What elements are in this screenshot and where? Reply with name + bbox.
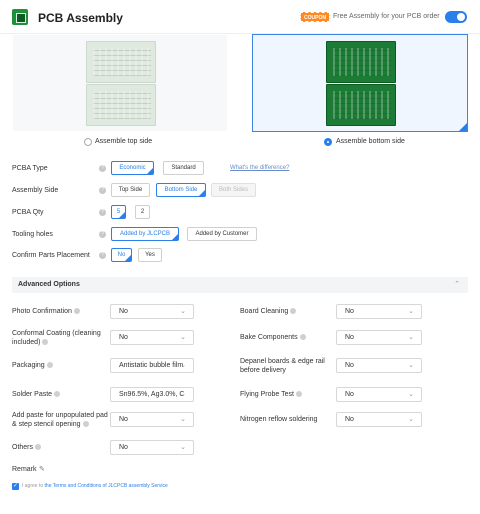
confirm-yes-button[interactable]: Yes: [138, 248, 162, 262]
advanced-options-header[interactable]: Advanced Options ⌃: [12, 277, 468, 293]
add-paste-label: Add paste for unpopulated pad & step ste…: [12, 412, 108, 428]
board-cleaning-select[interactable]: No ⌄: [336, 304, 422, 319]
pcb-assembly-panel: PCB Assembly COUPON Free Assembly for yo…: [0, 0, 480, 514]
bottom-side-preview[interactable]: [252, 34, 468, 132]
difference-link[interactable]: What's the difference?: [230, 165, 289, 171]
pcb-top-board-image: [86, 41, 156, 83]
help-icon[interactable]: ?: [99, 231, 106, 238]
photo-confirmation-label: Photo Confirmation: [12, 307, 80, 316]
pcb-bottom-board-image: [326, 84, 396, 126]
bake-components-label: Bake Components: [240, 333, 306, 342]
standard-button[interactable]: Standard: [163, 161, 204, 175]
agree-checkbox[interactable]: [12, 482, 19, 490]
added-by-customer-button[interactable]: Added by Customer: [187, 227, 257, 241]
chevron-down-icon: ⌄: [180, 391, 186, 398]
coupon-badge: COUPON: [300, 12, 330, 22]
qty-option-5[interactable]: 5: [111, 205, 126, 219]
agree-text: I agree to the Terms and Conditions of J…: [22, 483, 168, 489]
page-title: PCB Assembly: [38, 11, 123, 25]
depanel-label: Depanel boards & edge rail before delive…: [240, 358, 325, 374]
help-icon[interactable]: ?: [99, 209, 106, 216]
pcba-qty-label: PCBA Qty: [12, 209, 44, 216]
help-icon[interactable]: [54, 391, 61, 398]
bottom-side-button[interactable]: Bottom Side: [156, 183, 206, 197]
flying-probe-select[interactable]: No ⌄: [336, 387, 422, 402]
chevron-down-icon: ⌄: [180, 416, 186, 423]
confirm-parts-label: Confirm Parts Placement: [12, 252, 90, 259]
top-side-radio[interactable]: [84, 138, 92, 146]
added-by-jlcpcb-button[interactable]: Added by JLCPCB: [111, 227, 179, 241]
packaging-select[interactable]: Antistatic bubble film ⌄: [110, 358, 194, 373]
help-icon[interactable]: [290, 308, 297, 315]
confirm-no-button[interactable]: No: [111, 248, 132, 262]
bake-components-select[interactable]: No ⌄: [336, 330, 422, 345]
chevron-down-icon: ⌄: [180, 308, 186, 315]
qty-option-2[interactable]: 2: [135, 205, 150, 219]
pencil-icon[interactable]: ✎: [39, 465, 45, 473]
advanced-options-title: Advanced Options: [18, 281, 80, 288]
economic-button[interactable]: Economic: [111, 161, 154, 175]
chevron-down-icon: ⌄: [180, 444, 186, 451]
conformal-coating-label: Conformal Coating (cleaning included): [12, 330, 101, 346]
assembly-side-label: Assembly Side: [12, 187, 59, 194]
help-icon[interactable]: ?: [99, 252, 106, 259]
help-icon[interactable]: [295, 391, 302, 398]
help-icon[interactable]: ?: [99, 165, 106, 172]
others-label: Others: [12, 443, 42, 452]
pcb-logo-icon: [12, 9, 28, 25]
conformal-coating-select[interactable]: No ⌄: [110, 330, 194, 345]
board-cleaning-label: Board Cleaning: [240, 307, 297, 316]
help-icon[interactable]: [82, 421, 89, 428]
nitrogen-reflow-select[interactable]: No ⌄: [336, 412, 422, 427]
tooling-holes-label: Tooling holes: [12, 231, 53, 238]
help-icon[interactable]: [73, 308, 80, 315]
both-sides-button[interactable]: Both Sides: [211, 183, 256, 197]
chevron-down-icon: ⌄: [180, 362, 186, 369]
photo-confirmation-select[interactable]: No ⌄: [110, 304, 194, 319]
pcb-top-board-image: [86, 84, 156, 126]
depanel-select[interactable]: No ⌄: [336, 358, 422, 373]
packaging-label: Packaging: [12, 361, 53, 370]
chevron-down-icon: ⌄: [408, 334, 414, 341]
remark-label: Remark: [12, 466, 37, 473]
nitrogen-reflow-label: Nitrogen reflow soldering: [240, 416, 318, 423]
help-icon[interactable]: [42, 339, 49, 346]
flying-probe-label: Flying Probe Test: [240, 390, 302, 399]
solder-paste-label: Solder Paste: [12, 390, 61, 399]
help-icon[interactable]: [46, 362, 53, 369]
help-icon[interactable]: ?: [99, 187, 106, 194]
top-side-button[interactable]: Top Side: [111, 183, 150, 197]
solder-paste-select[interactable]: Sn96.5%, Ag3.0%, C ⌄: [110, 387, 194, 402]
top-side-preview[interactable]: [12, 34, 228, 132]
top-side-label: Assemble top side: [95, 138, 153, 145]
pcba-type-label: PCBA Type: [12, 165, 48, 172]
chevron-down-icon: ⌄: [408, 391, 414, 398]
chevron-down-icon: ⌄: [408, 416, 414, 423]
pcb-bottom-board-image: [326, 41, 396, 83]
help-icon[interactable]: [299, 334, 306, 341]
chevron-up-icon[interactable]: ⌃: [454, 280, 460, 288]
help-icon[interactable]: [35, 444, 42, 451]
chevron-down-icon: ⌄: [408, 308, 414, 315]
terms-link[interactable]: the Terms and Conditions of JLCPCB assem…: [45, 483, 168, 489]
bottom-side-label: Assemble bottom side: [336, 138, 405, 145]
bottom-side-radio[interactable]: [324, 138, 332, 146]
chevron-down-icon: ⌄: [408, 362, 414, 369]
others-select[interactable]: No ⌄: [110, 440, 194, 455]
chevron-down-icon: ⌄: [180, 334, 186, 341]
add-paste-select[interactable]: No ⌄: [110, 412, 194, 427]
free-assembly-toggle[interactable]: [445, 11, 467, 23]
free-assembly-text: Free Assembly for your PCB order: [333, 13, 440, 20]
header: PCB Assembly COUPON Free Assembly for yo…: [0, 0, 480, 34]
